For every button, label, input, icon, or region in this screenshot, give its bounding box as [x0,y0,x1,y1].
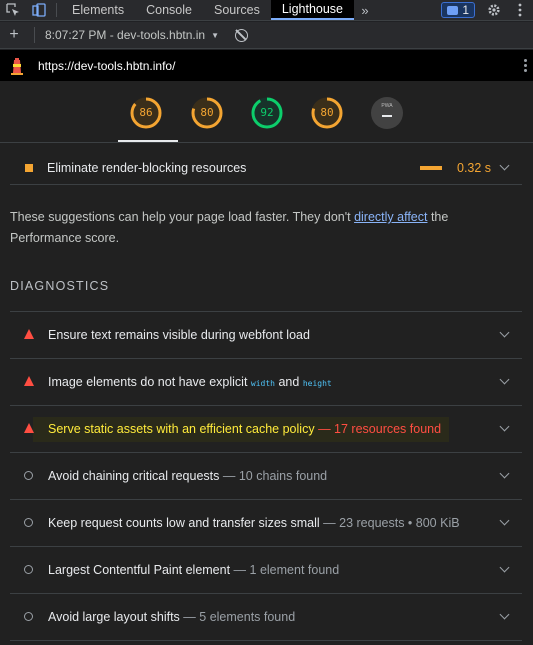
issues-count: 1 [462,3,469,17]
lighthouse-toolbar: + 8:07:27 PM - dev-tools.hbtn.in ▼ [0,22,533,49]
audit-title-text: Ensure text remains visible during webfo… [48,328,310,342]
dash-separator: — [233,563,247,577]
diagnostics-list: Ensure text remains visible during webfo… [10,311,522,641]
report-url-bar: https://dev-tools.hbtn.info/ [0,50,533,81]
gauge-score: 80 [320,106,334,119]
gauge-seo[interactable]: 80 [311,97,343,129]
chevron-down-icon[interactable] [499,468,510,479]
audit-detail: 23 requests • 800 KiB [339,516,460,530]
lighthouse-logo-icon [10,57,24,75]
more-options-icon[interactable] [507,0,533,20]
chevron-down-icon[interactable] [499,421,510,432]
audit-webfont[interactable]: Ensure text remains visible during webfo… [10,312,522,359]
chevron-down-icon[interactable] [499,562,510,573]
suggestions-note: These suggestions can help your page loa… [10,207,522,249]
audit-detail: 5 elements found [199,610,296,624]
gauge-best-practices[interactable]: 92 [251,97,283,129]
inspect-element-icon[interactable] [0,0,26,20]
info-circle-icon [24,471,33,480]
audit-title: Serve static assets with an efficient ca… [48,422,441,436]
message-icon [447,5,459,15]
gauge-score: 92 [260,106,274,119]
audit-layout-shifts[interactable]: Avoid large layout shifts — 5 elements f… [10,594,522,641]
audit-title-mid: and [275,375,303,389]
info-circle-icon [24,612,33,621]
audit-detail: 1 element found [249,563,340,577]
gauge-accessibility[interactable]: 80 [191,97,223,129]
audit-title-text: Image elements do not have explicit [48,375,251,389]
chevron-down-icon[interactable] [499,374,510,385]
gauge-score: 80 [200,106,214,119]
toolbar-divider [34,27,35,43]
chevron-down-icon[interactable] [499,160,510,171]
audit-title-text: Avoid chaining critical requests [48,469,220,483]
opportunity-row[interactable]: Eliminate render-blocking resources 0.32… [10,143,522,185]
more-tabs-icon[interactable]: » [354,0,376,20]
dash-separator: — [222,469,236,483]
dash-separator: — [323,516,336,530]
gauge-score: 86 [139,106,153,119]
report-selector[interactable]: 8:07:27 PM - dev-tools.hbtn.in [45,28,205,42]
chevron-down-icon[interactable] [499,515,510,526]
suggestions-text: These suggestions can help your page loa… [10,210,355,224]
audit-detail: 10 chains found [238,469,328,483]
audit-cache-policy[interactable]: Serve static assets with an efficient ca… [10,406,522,453]
audit-detail: 17 resources found [334,422,442,436]
audit-title-text: Avoid large layout shifts [48,610,180,624]
issues-counter-button[interactable]: 1 [441,2,475,18]
opportunity-title: Eliminate render-blocking resources [47,161,247,175]
clear-reports-icon[interactable] [235,28,249,42]
savings-bar [420,166,442,170]
report-main: Eliminate render-blocking resources 0.32… [0,143,533,645]
fail-triangle-icon [24,329,34,339]
tab-sources[interactable]: Sources [203,0,271,20]
toolbar-divider [56,3,57,17]
dash-separator: — [318,422,331,436]
directly-affect-link[interactable]: directly affect [354,210,427,224]
pwa-dash-icon [382,115,392,117]
device-toolbar-icon[interactable] [26,0,52,20]
audit-title: Avoid chaining critical requests — 10 ch… [48,469,327,483]
audit-title: Avoid large layout shifts — 5 elements f… [48,610,295,624]
info-circle-icon [24,518,33,527]
average-square-icon [25,164,33,172]
devtools-tab-bar: Elements Console Sources Lighthouse » 1 [0,0,533,21]
chevron-down-icon[interactable] [499,609,510,620]
dropdown-caret-icon[interactable]: ▼ [211,31,219,40]
report-menu-icon[interactable] [524,59,527,72]
pwa-label: PWA [381,103,393,109]
fail-triangle-icon [24,423,34,433]
diagnostics-heading: DIAGNOSTICS [10,279,110,293]
audit-title-text: Keep request counts low and transfer siz… [48,516,320,530]
audit-lcp-element[interactable]: Largest Contentful Paint element — 1 ele… [10,547,522,594]
audit-title-text: Serve static assets with an efficient ca… [48,422,315,436]
code-height: height [302,379,332,388]
audit-critical-requests[interactable]: Avoid chaining critical requests — 10 ch… [10,453,522,500]
code-width: width [250,379,275,388]
fail-triangle-icon [24,376,34,386]
tab-elements[interactable]: Elements [61,0,135,20]
gauge-performance[interactable]: 86 [130,97,162,129]
gauge-pwa[interactable]: PWA [371,97,403,129]
opportunity-savings: 0.32 s [457,161,492,175]
audit-title: Image elements do not have explicit widt… [48,375,332,389]
audit-title: Keep request counts low and transfer siz… [48,516,460,530]
report-url[interactable]: https://dev-tools.hbtn.info/ [38,59,175,73]
audit-image-dimensions[interactable]: Image elements do not have explicit widt… [10,359,522,406]
new-report-plus-icon[interactable]: + [6,26,22,44]
chevron-down-icon[interactable] [499,327,510,338]
tab-lighthouse[interactable]: Lighthouse [270,0,355,20]
info-circle-icon [24,565,33,574]
audit-request-counts[interactable]: Keep request counts low and transfer siz… [10,500,522,547]
audit-title: Largest Contentful Paint element — 1 ele… [48,563,339,577]
score-gauges: 86 80 92 80 PWA [0,81,533,143]
dash-separator: — [183,610,196,624]
audit-title-text: Largest Contentful Paint element [48,563,231,577]
audit-title: Ensure text remains visible during webfo… [48,328,310,342]
active-gauge-underline [118,140,178,142]
settings-gear-icon[interactable] [481,0,507,20]
tab-console[interactable]: Console [135,0,203,20]
